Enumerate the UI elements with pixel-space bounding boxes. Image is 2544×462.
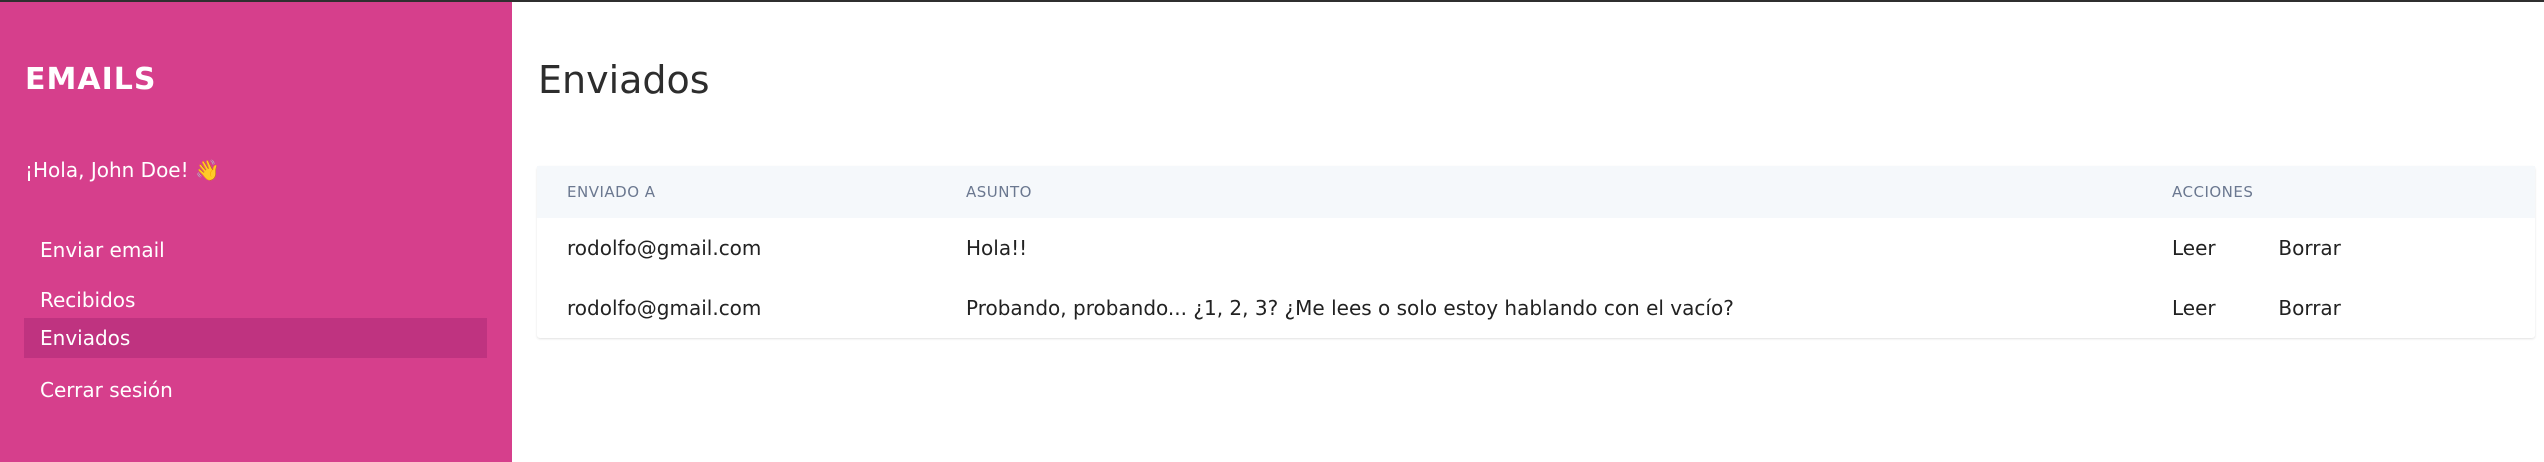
- cell-subject: Probando, probando... ¿1, 2, 3? ¿Me lees…: [966, 296, 1734, 320]
- page-title: Enviados: [538, 58, 710, 102]
- cell-recipient: rodolfo@gmail.com: [567, 236, 762, 260]
- sent-emails-table: ENVIADO A ASUNTO ACCIONES rodolfo@gmail.…: [537, 166, 2535, 338]
- column-header-sent-to: ENVIADO A: [567, 183, 656, 201]
- sidebar: EMAILS ¡Hola, John Doe! 👋 Enviar email R…: [0, 2, 512, 462]
- delete-button[interactable]: Borrar: [2278, 236, 2341, 260]
- cell-subject: Hola!!: [966, 236, 1028, 260]
- table-row: rodolfo@gmail.com Hola!! Leer Borrar: [537, 218, 2535, 278]
- delete-button[interactable]: Borrar: [2278, 296, 2341, 320]
- table-row: rodolfo@gmail.com Probando, probando... …: [537, 278, 2535, 338]
- cell-actions: Leer Borrar: [2172, 218, 2535, 278]
- sidebar-item-logout[interactable]: Cerrar sesión: [24, 370, 487, 410]
- brand-title: EMAILS: [25, 62, 157, 97]
- read-button[interactable]: Leer: [2172, 236, 2272, 260]
- table-header-row: ENVIADO A ASUNTO ACCIONES: [537, 166, 2535, 218]
- emails-table-card: ENVIADO A ASUNTO ACCIONES rodolfo@gmail.…: [537, 166, 2535, 338]
- cell-actions: Leer Borrar: [2172, 278, 2535, 338]
- app-container: EMAILS ¡Hola, John Doe! 👋 Enviar email R…: [0, 2, 2544, 462]
- column-header-actions: ACCIONES: [2172, 183, 2254, 201]
- user-greeting: ¡Hola, John Doe! 👋: [25, 158, 220, 182]
- cell-recipient: rodolfo@gmail.com: [567, 296, 762, 320]
- sidebar-item-inbox[interactable]: Recibidos: [24, 280, 487, 320]
- sidebar-item-send-email[interactable]: Enviar email: [24, 230, 487, 270]
- column-header-subject: ASUNTO: [966, 183, 1032, 201]
- main-content: Enviados ENVIADO A ASUNTO ACCIONES rodol…: [512, 2, 2544, 462]
- sidebar-item-sent[interactable]: Enviados: [24, 318, 487, 358]
- read-button[interactable]: Leer: [2172, 296, 2272, 320]
